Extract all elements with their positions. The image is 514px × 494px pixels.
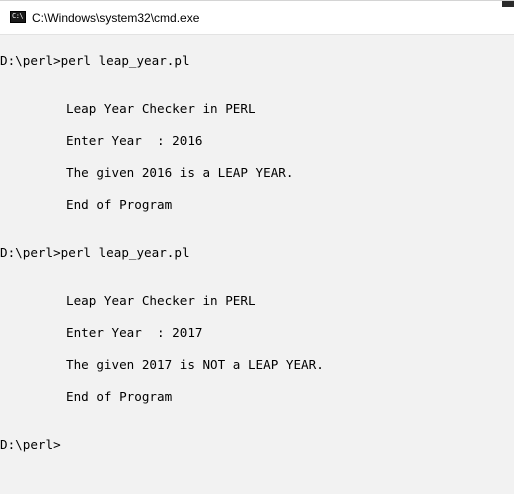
title-bar[interactable]: C:\ C:\Windows\system32\cmd.exe [0, 1, 514, 35]
cmd-console-icon[interactable]: C:\ [10, 11, 26, 23]
icon-glyph: C:\ [12, 12, 24, 20]
prompt-line: D:\perl>perl leap_year.pl [0, 53, 190, 68]
prompt-line[interactable]: D:\perl> [0, 437, 61, 453]
output-line: End of Program [66, 197, 173, 212]
output-line: End of Program [66, 389, 173, 404]
output-line: Leap Year Checker in PERL [66, 101, 256, 116]
cmd-window: C:\ C:\Windows\system32\cmd.exe D:\perl>… [0, 0, 514, 493]
output-line: Enter Year : 2016 [66, 133, 203, 148]
window-title: C:\Windows\system32\cmd.exe [32, 11, 200, 25]
output-line: The given 2017 is NOT a LEAP YEAR. [66, 357, 324, 372]
output-line: The given 2016 is a LEAP YEAR. [66, 165, 294, 180]
window-edge [502, 1, 514, 7]
prompt-line: D:\perl>perl leap_year.pl [0, 245, 190, 260]
console-output[interactable]: D:\perl>perl leap_year.pl Leap Year Chec… [0, 36, 514, 494]
output-line: Enter Year : 2017 [66, 325, 203, 340]
output-line: Leap Year Checker in PERL [66, 293, 256, 308]
